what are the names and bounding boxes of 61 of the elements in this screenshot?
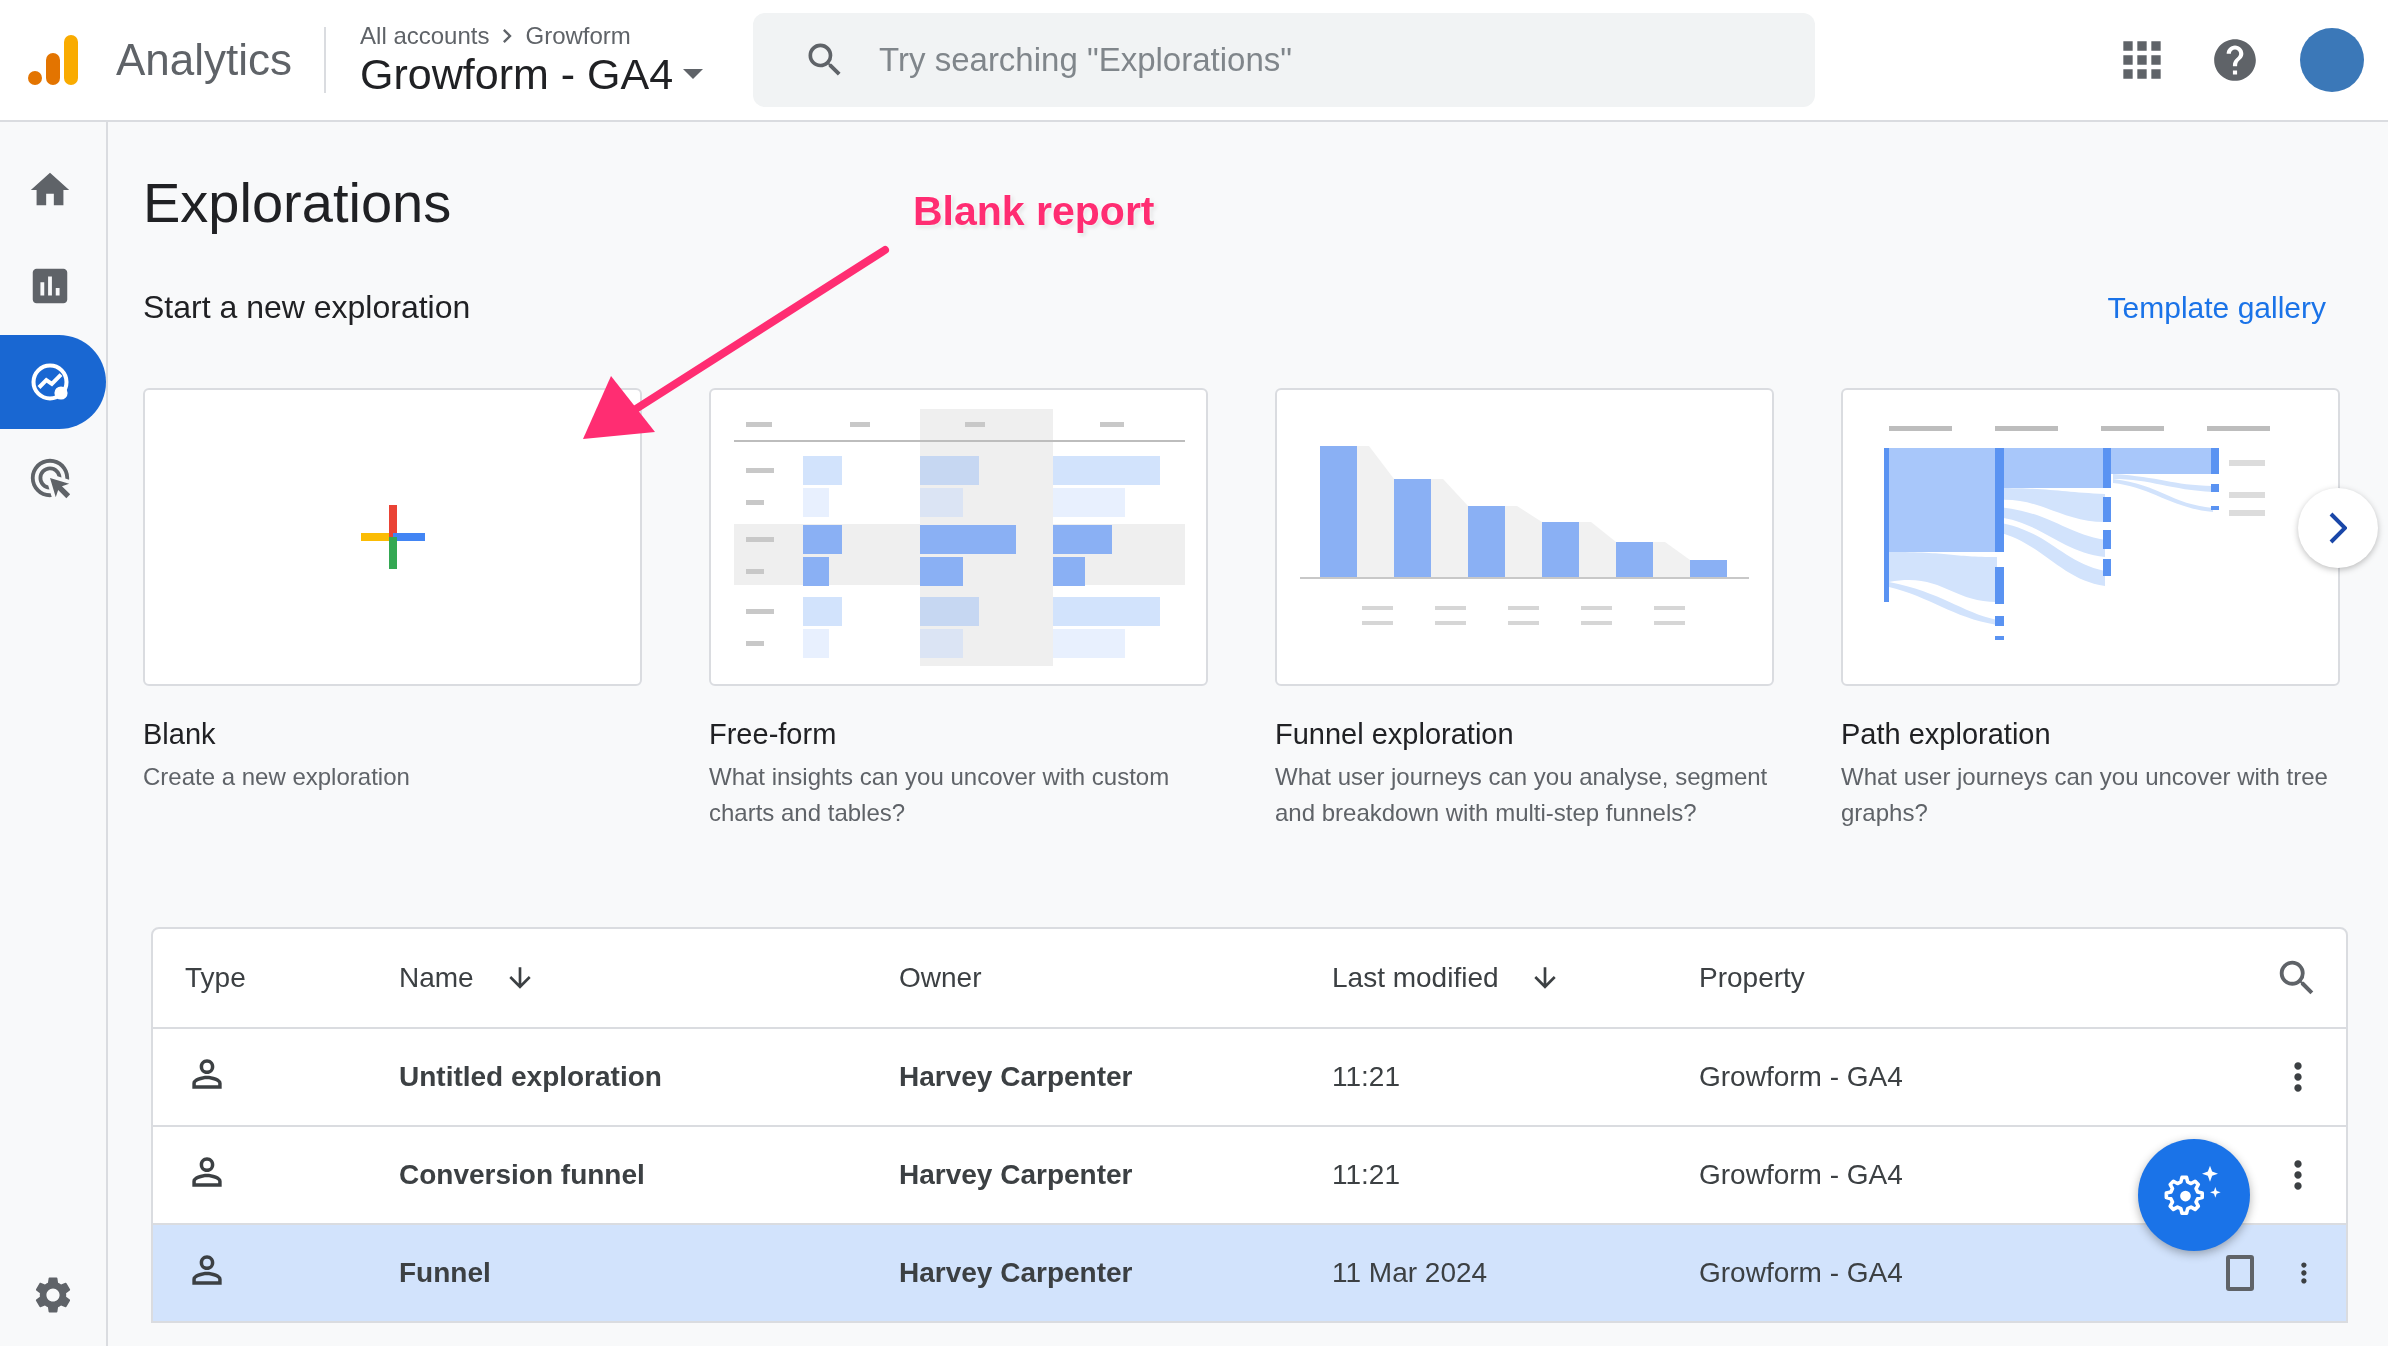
annotation-label: Blank report — [913, 188, 1155, 235]
funnel-dropoff-shade — [1578, 522, 1616, 578]
product-name: Analytics — [116, 35, 293, 85]
funnel-dropoff-shade — [1652, 542, 1690, 578]
next-button[interactable] — [2298, 488, 2378, 568]
plus-icon — [360, 505, 425, 569]
template-title: Funnel exploration — [1275, 718, 1515, 751]
label-placeholder — [1361, 606, 1393, 625]
column-header[interactable]: Property — [1699, 962, 1805, 994]
label-placeholder — [1580, 606, 1612, 625]
column-header[interactable]: Last modified — [1332, 962, 1499, 994]
property-selector[interactable]: Growform - GA4 — [360, 49, 704, 99]
table-row[interactable]: Untitled exploration Harvey Carpenter 11:21 Growform - GA4 — [153, 1027, 2346, 1125]
funnel-bar — [1541, 522, 1579, 578]
table-cell-text: Conversion funnel — [399, 1159, 646, 1191]
analytics-logo-icon — [26, 33, 80, 87]
template-description: Create a new exploration — [143, 762, 411, 792]
template-title: Blank — [143, 718, 217, 751]
funnel-bar — [1615, 542, 1653, 578]
table-cell-text: Growform - GA4 — [1699, 1257, 1904, 1289]
table-cell-text: Harvey Carpenter — [899, 1257, 1134, 1289]
template-title: Path exploration — [1841, 718, 2052, 751]
table-cell-text: Growform - GA4 — [1699, 1159, 1904, 1191]
table-cell-text: 11:21 — [1332, 1061, 1401, 1093]
header-placeholder — [2100, 426, 2164, 431]
table-cell-text: Harvey Carpenter — [899, 1159, 1134, 1191]
search-input[interactable]: Try searching "Explorations" — [877, 40, 1778, 80]
label-placeholders — [2228, 460, 2265, 516]
table-cell-text: 11 Mar 2024 — [1332, 1257, 1489, 1289]
column-header[interactable]: Owner — [899, 962, 982, 994]
section-title: Start a new exploration — [143, 289, 471, 326]
template-title: Free-form — [709, 718, 838, 751]
header-placeholder — [1994, 426, 2058, 431]
table-cell-text: Growform - GA4 — [1699, 1061, 1904, 1093]
checkbox[interactable] — [2226, 1255, 2255, 1291]
template-gallery-link[interactable]: Template gallery — [2107, 290, 2326, 325]
table-row[interactable]: Funnel Harvey Carpenter 11 Mar 2024 Growform - GA4 — [153, 1223, 2346, 1321]
table-cell-text: 11:21 — [1332, 1159, 1401, 1191]
page-title: Explorations — [143, 170, 452, 235]
breadcrumb-link[interactable]: Growform — [525, 21, 631, 50]
funnel-dropoff-shade — [1504, 506, 1542, 578]
template-description: What user journeys can you analyse, segment and breakdown with multi-step funnels? — [1275, 762, 1769, 828]
chevron-right-icon — [2329, 512, 2347, 544]
template-description: What insights can you uncover with custom charts and tables? — [709, 762, 1171, 828]
column-header[interactable]: Type — [185, 962, 246, 994]
search-field[interactable]: Try searching "Explorations" — [753, 13, 1816, 107]
funnel-bar — [1689, 560, 1727, 578]
template-description: What user journeys can you uncover with tree graphs? — [1841, 762, 2329, 828]
table-cell-text: Funnel — [399, 1257, 492, 1289]
table-cell-text: Harvey Carpenter — [899, 1061, 1134, 1093]
funnel-bar — [1467, 506, 1505, 578]
label-placeholder — [1507, 606, 1539, 625]
label-placeholder — [1434, 606, 1466, 625]
header-placeholder — [1888, 426, 1952, 431]
header-placeholder — [2206, 426, 2270, 431]
gear-sparkle-button[interactable] — [2138, 1139, 2250, 1251]
breadcrumb-link[interactable]: All accounts — [360, 21, 490, 50]
table-cell-text: Untitled exploration — [399, 1061, 663, 1093]
dropdown-caret-icon — [683, 69, 704, 79]
column-header[interactable]: Name — [399, 962, 474, 994]
label-placeholder — [1653, 606, 1685, 625]
